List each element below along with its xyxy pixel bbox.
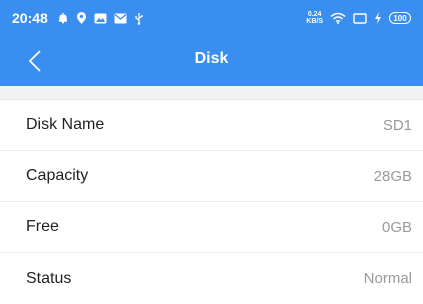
page-title: Disk <box>194 50 229 67</box>
usb-icon <box>134 12 144 25</box>
notification-icon <box>57 12 69 24</box>
disk-name-row: Disk Name SD1 <box>0 100 423 151</box>
battery-icon: 100 <box>389 12 411 24</box>
network-speed-value: 0.24 <box>307 11 322 18</box>
nav-bar: Disk <box>0 36 423 86</box>
gallery-icon <box>94 13 107 24</box>
screen-icon <box>353 12 367 24</box>
disk-info-list: Disk Name SD1 Capacity 28GB Free 0GB Sta… <box>0 99 423 304</box>
capacity-value: 28GB <box>373 167 412 185</box>
wifi-icon <box>330 12 346 24</box>
free-label: Free <box>26 218 59 235</box>
disk-name-value: SD1 <box>382 116 412 134</box>
status-right: 0.24 KB/S 100 <box>306 11 411 25</box>
capacity-row: Capacity 28GB <box>0 151 423 202</box>
capacity-label: Capacity <box>26 167 89 184</box>
clock: 20:48 <box>12 10 48 26</box>
free-value: 0GB <box>381 218 412 236</box>
mail-icon <box>114 13 127 24</box>
status-left: 20:48 <box>12 10 144 26</box>
free-row: Free 0GB <box>0 202 423 253</box>
status-row: Status Normal <box>0 253 423 304</box>
status-bar: 20:48 0.24 KB/S 100 <box>0 0 423 36</box>
location-icon <box>76 11 87 25</box>
status-label: Status <box>26 269 72 287</box>
network-speed-unit: KB/S <box>306 18 323 25</box>
status-value: Normal <box>363 270 412 287</box>
network-speed: 0.24 KB/S <box>306 11 323 25</box>
charging-icon <box>374 12 382 24</box>
disk-name-label: Disk Name <box>26 116 105 133</box>
